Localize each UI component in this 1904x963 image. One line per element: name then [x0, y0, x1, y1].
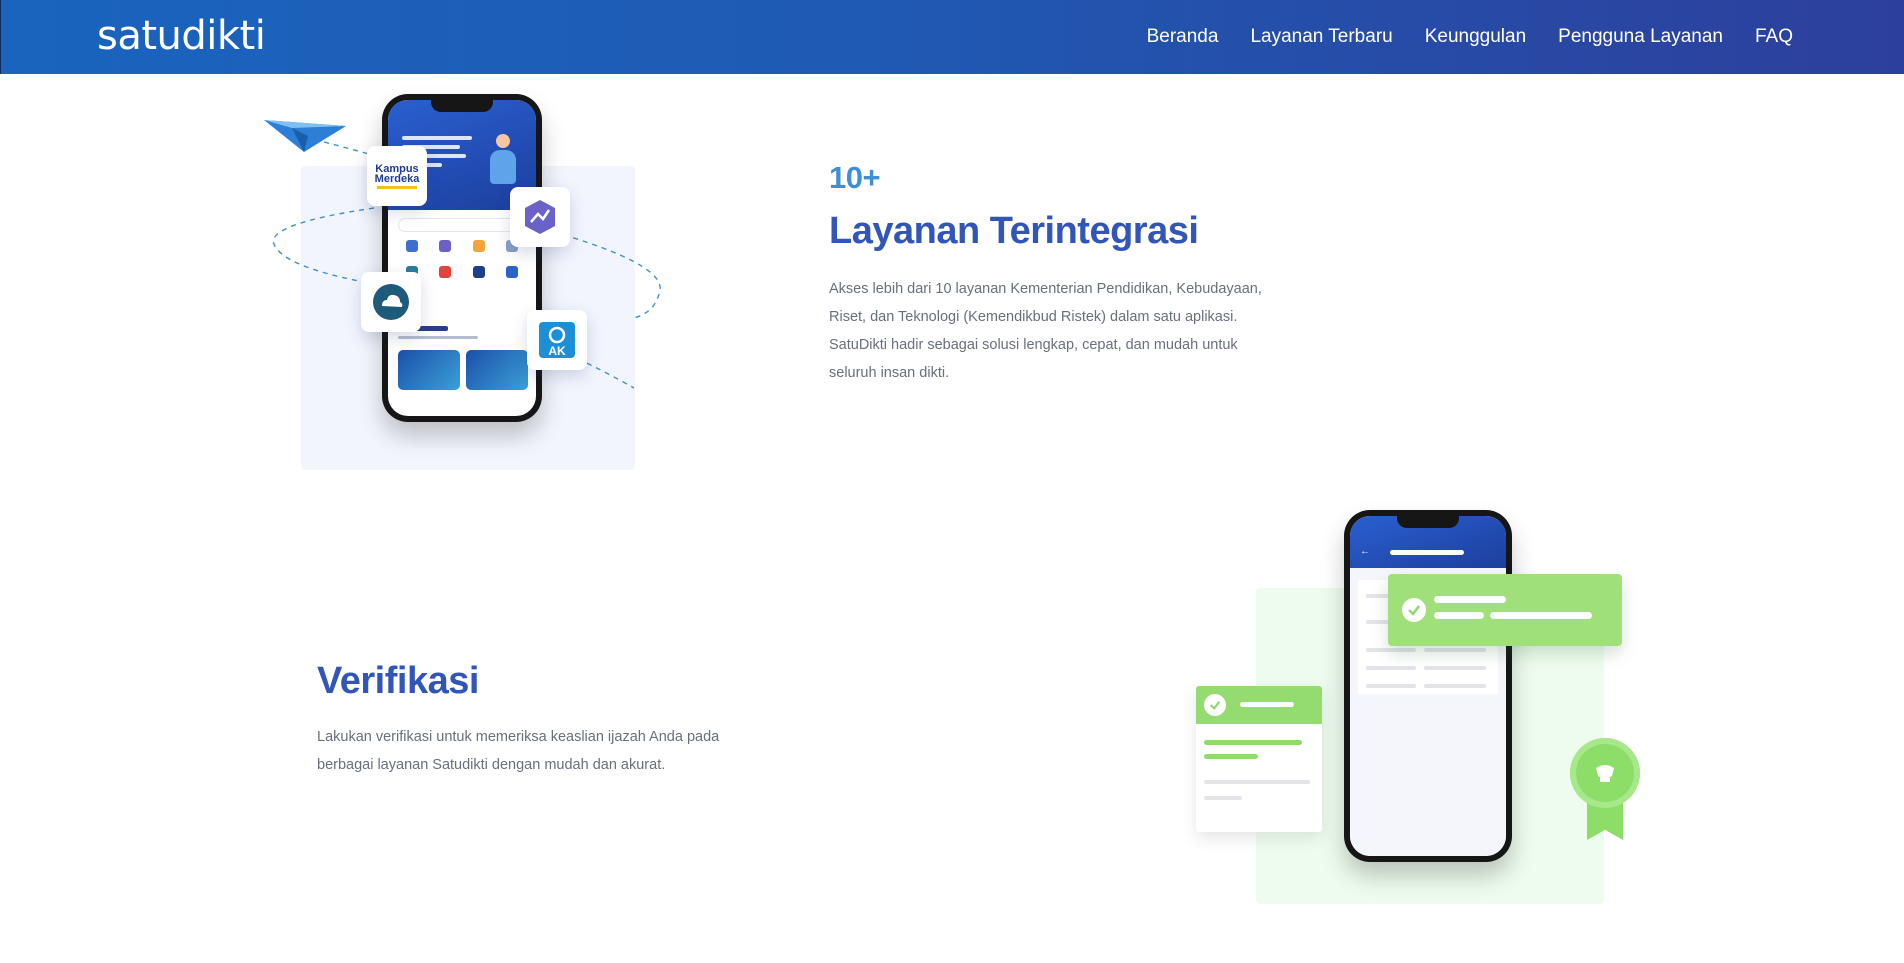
app-home-phone-mockup [382, 94, 542, 422]
verification-description: Lakukan verifikasi untuk memeriksa keasl… [317, 729, 720, 773]
document-title-line [1240, 702, 1294, 707]
document-line [1204, 796, 1242, 800]
status-line [1490, 612, 1592, 619]
cloud-service-icon [373, 284, 409, 320]
graduation-cap-icon [1596, 765, 1614, 782]
integrated-services-title: Layanan Terintegrasi [829, 210, 1199, 252]
back-arrow-icon: ← [1360, 546, 1370, 557]
check-icon [1402, 598, 1426, 622]
nav-link-beranda[interactable]: Beranda [1147, 26, 1219, 48]
header-title-placeholder [1390, 550, 1464, 555]
announcement-card [398, 350, 460, 390]
svg-text:AK: AK [548, 344, 566, 358]
document-line [1204, 780, 1310, 784]
ak-app-badge: AK [527, 310, 587, 370]
main-nav: Beranda Layanan Terbaru Keunggulan Pengg… [1147, 0, 1793, 74]
app-search-field [398, 218, 526, 232]
detail-row [1366, 684, 1490, 688]
hexagon-app-badge [510, 187, 570, 247]
document-verified-header [1196, 686, 1322, 724]
nav-link-keunggulan[interactable]: Keunggulan [1425, 26, 1526, 48]
detail-row [1366, 648, 1490, 652]
status-line [1434, 596, 1506, 603]
detail-row [1366, 666, 1490, 670]
kampus-merdeka-badge: Kampus Merdeka [367, 146, 427, 206]
paper-plane-icon [264, 120, 346, 152]
nav-link-layanan-terbaru[interactable]: Layanan Terbaru [1250, 26, 1392, 48]
diploma-document-card [1196, 686, 1322, 832]
integrated-services-illustration: Kampus Merdeka AK [264, 94, 664, 474]
document-line [1204, 754, 1258, 759]
nav-link-faq[interactable]: FAQ [1755, 26, 1793, 48]
check-icon [1204, 694, 1226, 716]
verification-title: Verifikasi [317, 660, 479, 702]
top-navbar: satudikti Beranda Layanan Terbaru Keungg… [0, 0, 1904, 74]
ak-logo-icon: AK [539, 322, 575, 358]
verified-status-card [1388, 574, 1622, 646]
document-line [1204, 740, 1302, 745]
student-figure-icon [486, 126, 520, 186]
nav-link-pengguna-layanan[interactable]: Pengguna Layanan [1558, 26, 1723, 48]
verification-illustration: ← [1192, 510, 1642, 910]
kampus-merdeka-logo: Kampus Merdeka [375, 163, 419, 189]
integrated-services-description: Akses lebih dari 10 layanan Kementerian … [829, 281, 1262, 381]
services-count-stat: 10+ [829, 160, 881, 195]
phone-notch [431, 100, 493, 112]
status-line [1434, 612, 1484, 619]
graduation-medal-icon [1570, 738, 1640, 848]
announcement-card [466, 350, 528, 390]
hexagon-chart-icon [525, 200, 555, 234]
phone-notch [1397, 516, 1459, 528]
phone-screen: ← [1350, 516, 1506, 856]
announcement-subtitle [398, 336, 478, 339]
cloud-app-badge [361, 272, 421, 332]
verification-phone-mockup: ← [1344, 510, 1512, 862]
satudikti-logo[interactable]: satudikti [97, 12, 266, 60]
